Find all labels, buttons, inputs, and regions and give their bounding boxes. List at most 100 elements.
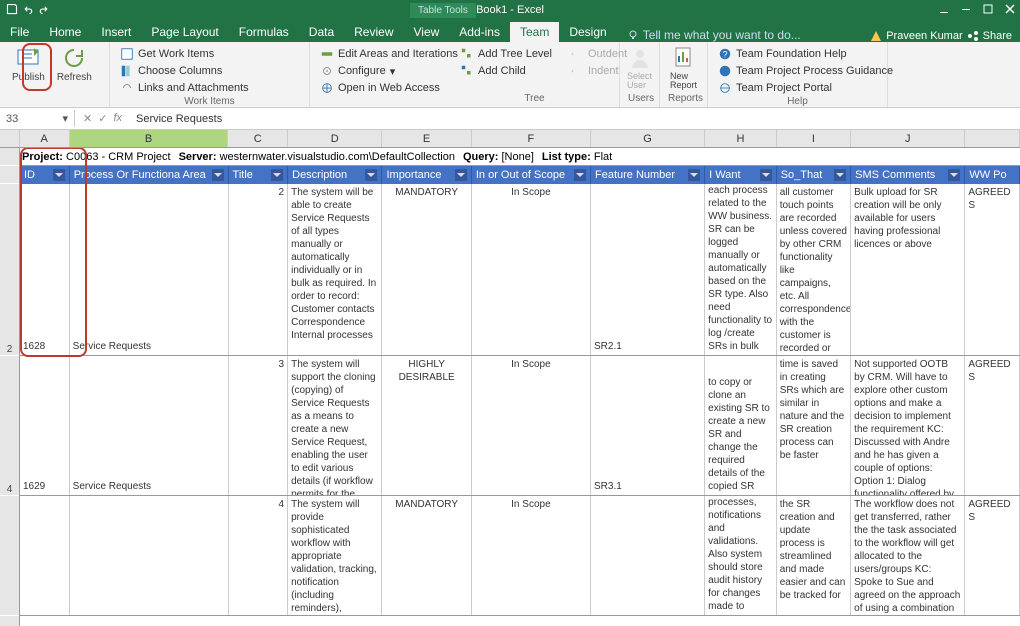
cell[interactable]: 2 [229, 184, 289, 355]
cell[interactable]: SR3.1 [591, 356, 705, 495]
cell[interactable]: HIGHLY DESIRABLE [382, 356, 471, 495]
filter-icon[interactable] [53, 169, 65, 181]
filter-icon[interactable] [688, 169, 700, 181]
table-row[interactable]: 1628Service Requests2The system will be … [20, 184, 1020, 356]
get-work-items[interactable]: Get Work Items [118, 46, 251, 62]
th-sms[interactable]: SMS Comments [851, 166, 965, 184]
th-scope[interactable]: In or Out of Scope [472, 166, 591, 184]
th-desc[interactable]: Description [288, 166, 382, 184]
filter-icon[interactable] [212, 169, 224, 181]
row-header[interactable]: 2 [0, 184, 19, 356]
open-web-access[interactable]: Open in Web Access [318, 80, 442, 96]
th-want[interactable]: I Want [705, 166, 777, 184]
name-box[interactable]: 33 ▾ [0, 110, 75, 127]
tab-page-layout[interactable]: Page Layout [141, 22, 228, 42]
table-row[interactable]: 4The system will provide sophisticated w… [20, 496, 1020, 616]
col-header[interactable]: I [777, 130, 851, 147]
cell[interactable]: The system will be able to create Servic… [288, 184, 382, 355]
cell[interactable]: Service Requests [70, 184, 229, 355]
cell[interactable]: The workflow does not get transferred, r… [851, 496, 965, 615]
tab-formulas[interactable]: Formulas [229, 22, 299, 42]
col-header[interactable]: G [591, 130, 705, 147]
cell[interactable]: The system will provide sophisticated wo… [288, 496, 382, 615]
configure[interactable]: Configure ▾ [318, 63, 442, 79]
cell[interactable]: the SR creation and update process is st… [777, 496, 851, 615]
col-header[interactable]: A [20, 130, 70, 147]
th-imp[interactable]: Importance [382, 166, 471, 184]
cell[interactable]: to copy or clone an existing SR to creat… [705, 356, 777, 495]
th-id[interactable]: ID [20, 166, 70, 184]
cell[interactable] [20, 496, 70, 615]
select-all-corner[interactable] [0, 130, 20, 147]
cell[interactable]: The system will support the cloning (cop… [288, 356, 382, 495]
col-header[interactable]: D [288, 130, 382, 147]
cell[interactable]: to log SRs for each process related to t… [705, 184, 777, 355]
tab-team[interactable]: Team [510, 22, 559, 42]
edit-areas[interactable]: Edit Areas and Iterations [318, 46, 442, 62]
tab-data[interactable]: Data [299, 22, 344, 42]
tab-view[interactable]: View [404, 22, 450, 42]
row-header[interactable] [0, 166, 19, 184]
th-title[interactable]: Title [229, 166, 289, 184]
cell[interactable]: SR2.1 [591, 184, 705, 355]
th-ww[interactable]: WW Po [965, 166, 1020, 184]
tab-add-ins[interactable]: Add-ins [449, 22, 510, 42]
cell[interactable]: AGREED S [965, 184, 1020, 355]
tell-me[interactable]: Tell me what you want to do... [617, 28, 801, 42]
th-feat[interactable]: Feature Number [591, 166, 705, 184]
cell[interactable]: time is saved in creating SRs which are … [777, 356, 851, 495]
cell[interactable]: 4 [229, 496, 289, 615]
cell[interactable]: Not supported OOTB by CRM. Will have to … [851, 356, 965, 495]
team-foundation-help[interactable]: ?Team Foundation Help [716, 46, 879, 62]
cell[interactable]: Bulk upload for SR creation will be only… [851, 184, 965, 355]
col-header[interactable]: C [228, 130, 288, 147]
enter-formula-icon[interactable]: ✓ [98, 112, 107, 125]
cell[interactable]: MANDATORY [382, 184, 471, 355]
cell[interactable]: the system to allow creation of workflow… [705, 496, 777, 615]
user-info[interactable]: Praveen Kumar Share [870, 30, 1012, 42]
chevron-down-icon[interactable]: ▾ [62, 112, 68, 125]
cell[interactable]: 3 [229, 356, 289, 495]
th-area[interactable]: Process Or Functiona Area [70, 166, 229, 184]
formula-input[interactable]: Service Requests [130, 113, 222, 125]
add-child[interactable]: Add Child [458, 63, 554, 79]
minimize-icon[interactable] [960, 3, 972, 18]
save-icon[interactable] [6, 3, 18, 18]
tab-review[interactable]: Review [344, 22, 403, 42]
col-header[interactable]: J [851, 130, 965, 147]
fx-icon[interactable]: fx [113, 112, 122, 125]
filter-icon[interactable] [834, 169, 846, 181]
cell[interactable]: In Scope [472, 356, 591, 495]
row-header[interactable]: 4 [0, 356, 19, 496]
tab-file[interactable]: File [0, 22, 39, 42]
undo-icon[interactable] [22, 3, 34, 18]
ribbon-options-icon[interactable] [938, 3, 950, 18]
publish-button[interactable]: Publish [8, 44, 49, 85]
filter-icon[interactable] [271, 169, 283, 181]
cell[interactable]: In Scope [472, 496, 591, 615]
table-row[interactable]: 1629Service Requests3The system will sup… [20, 356, 1020, 496]
team-project-portal[interactable]: Team Project Portal [716, 80, 879, 96]
cell[interactable] [591, 496, 705, 615]
cell[interactable]: 1628 [20, 184, 70, 355]
links-attachments[interactable]: Links and Attachments [118, 80, 251, 96]
add-tree-level[interactable]: Add Tree Level [458, 46, 554, 62]
team-process-guidance[interactable]: Team Project Process Guidance [716, 63, 879, 79]
tab-home[interactable]: Home [39, 22, 91, 42]
cell[interactable]: 1629 [20, 356, 70, 495]
redo-icon[interactable] [38, 3, 50, 18]
cell[interactable]: MANDATORY [382, 496, 471, 615]
tab-insert[interactable]: Insert [91, 22, 141, 42]
tab-design[interactable]: Design [559, 22, 616, 42]
filter-icon[interactable] [365, 169, 377, 181]
col-header[interactable]: E [382, 130, 471, 147]
cell[interactable]: Service Requests [70, 356, 229, 495]
cell[interactable]: AGREED S [965, 356, 1020, 495]
cell[interactable]: all customer touch points are recorded u… [777, 184, 851, 355]
row-header[interactable] [0, 496, 19, 616]
filter-icon[interactable] [948, 169, 960, 181]
col-header[interactable] [965, 130, 1020, 147]
maximize-icon[interactable] [982, 3, 994, 18]
grid[interactable]: Project: C0063 - CRM Project Server: wes… [20, 148, 1020, 626]
col-header[interactable]: H [705, 130, 777, 147]
